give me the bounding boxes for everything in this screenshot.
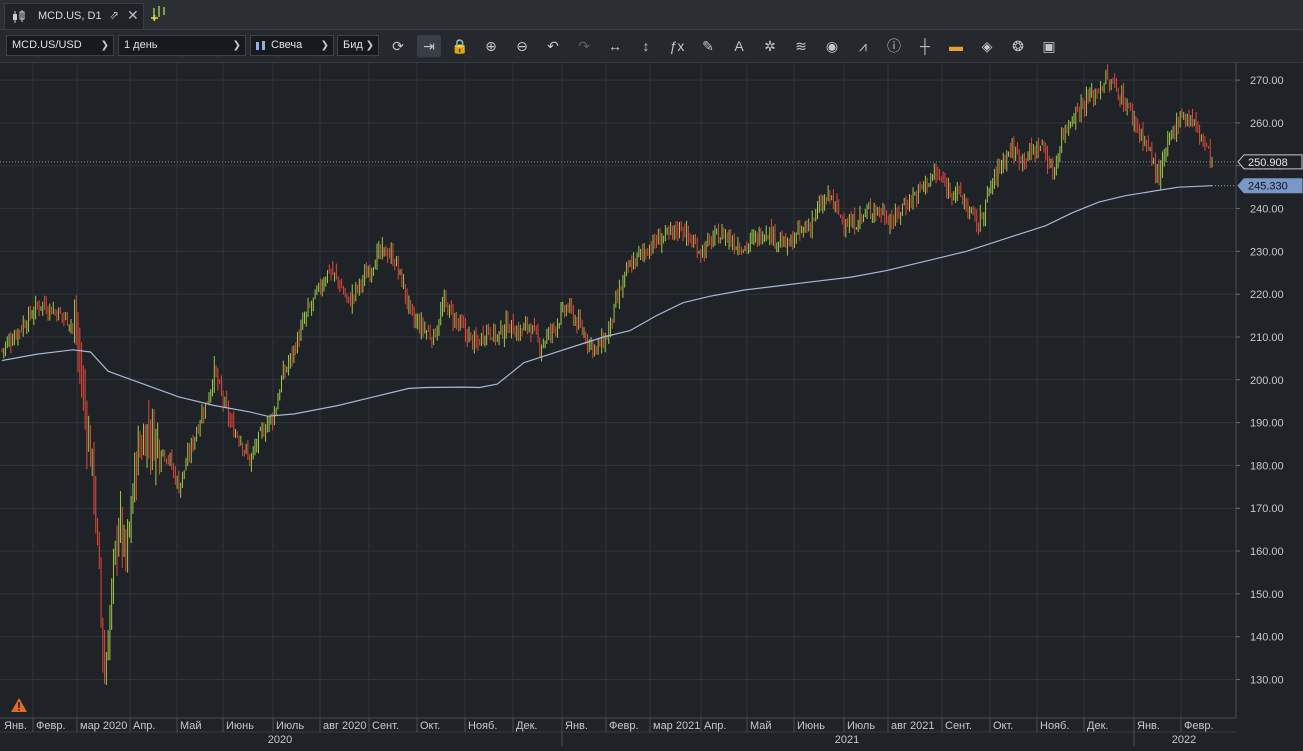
month-tick-label: Апр. [704, 720, 726, 732]
year-label: 2021 [835, 734, 859, 746]
price-tick-label: 140.00 [1250, 632, 1284, 644]
visibility-icon[interactable]: ◉ [820, 35, 844, 57]
month-tick-label: Янв. [4, 720, 27, 732]
month-tick-label: Янв. [1137, 720, 1160, 732]
last-price-label: 250.908 [1248, 157, 1288, 169]
price-tick-label: 190.00 [1250, 418, 1284, 430]
month-tick-label: Февр. [609, 720, 639, 732]
refresh-icon[interactable]: ⟳ [386, 35, 410, 57]
zoom-in-icon[interactable]: ⊕ [479, 35, 503, 57]
draw-pencil-icon[interactable]: ✎ [696, 35, 720, 57]
paint-bucket-icon[interactable]: ◈ [975, 35, 999, 57]
indicators-fx-icon[interactable]: ƒx [665, 35, 689, 57]
close-icon[interactable]: ✕ [127, 7, 139, 24]
ma-value-label: 245.330 [1248, 181, 1288, 193]
chart-tab-bar: MCD.US, D1 ⇗ ✕ [0, 0, 1303, 30]
month-tick-label: Дек. [516, 720, 537, 732]
price-tick-label: 210.00 [1250, 332, 1284, 344]
period-select[interactable]: 1 день ❯ [118, 35, 246, 56]
month-tick-label: Июль [847, 720, 875, 732]
month-tick-label: Май [180, 720, 202, 732]
price-tick-label: 200.00 [1250, 375, 1284, 387]
candlestick-icon [13, 10, 25, 23]
price-tick-label: 260.00 [1250, 118, 1284, 130]
chart-tab-title: MCD.US, D1 [38, 10, 102, 22]
month-tick-label: Сент. [372, 720, 399, 732]
redo-icon[interactable]: ↷ [572, 35, 596, 57]
price-chart[interactable]: 130.00 140.00 150.00 160.00 170.00 180.00 190.… [0, 63, 1303, 746]
chart-toolbar: MCD.US/USD ❯ 1 день ❯ Свеча ❯ Бид ❯ ⟳ ⇥ 🔒 ⊕ ⊖ ↶ ↷ ↔… [0, 30, 1303, 63]
templates-icon[interactable]: ❂ [1006, 35, 1030, 57]
add-chart-icon[interactable] [150, 5, 170, 23]
month-tick-label: Май [750, 720, 772, 732]
chart-type-value: Свеча [271, 39, 303, 51]
month-tick-label: Июнь [797, 720, 825, 732]
month-tick-label: Нояб. [1040, 720, 1069, 732]
month-tick-label: Нояб. [468, 720, 497, 732]
month-tick-label: Дек. [1087, 720, 1108, 732]
price-tick-label: 180.00 [1250, 460, 1284, 472]
warning-icon[interactable] [10, 697, 28, 713]
year-label: 2022 [1172, 734, 1196, 746]
chart-compare-icon[interactable]: ⩘ [851, 35, 875, 57]
chevron-down-icon: ❯ [232, 40, 241, 51]
price-tick-label: 170.00 [1250, 503, 1284, 515]
undo-icon[interactable]: ↶ [541, 35, 565, 57]
month-tick-label: Окт. [993, 720, 1013, 732]
popout-icon[interactable]: ⇗ [109, 8, 119, 22]
year-label: 2020 [268, 734, 292, 746]
price-tick-label: 270.00 [1250, 75, 1284, 87]
chevron-down-icon: ❯ [365, 40, 374, 51]
period-value: 1 день [124, 39, 158, 51]
crosshair-icon[interactable]: ┼ [913, 35, 937, 57]
chevron-down-icon: ❯ [100, 40, 109, 51]
month-tick-label: Июль [276, 720, 304, 732]
zoom-out-icon[interactable]: ⊖ [510, 35, 534, 57]
month-tick-label: Янв. [565, 720, 588, 732]
chart-tab[interactable]: MCD.US, D1 ⇗ ✕ [4, 3, 144, 29]
month-tick-label: мар 2020 [80, 720, 127, 732]
shift-chart-icon[interactable]: ⇥ [417, 35, 441, 57]
objects-icon[interactable]: ✲ [758, 35, 782, 57]
price-tick-label: 220.00 [1250, 289, 1284, 301]
price-tick-label: 150.00 [1250, 589, 1284, 601]
month-tick-label: Февр. [36, 720, 66, 732]
layers-icon[interactable]: ≋ [789, 35, 813, 57]
instrument-value: MCD.US/USD [12, 39, 82, 51]
month-tick-label: Февр. [1184, 720, 1214, 732]
lock-icon[interactable]: 🔒 [448, 35, 472, 57]
month-tick-label: мар 2021 [653, 720, 700, 732]
chart-type-select[interactable]: Свеча ❯ [250, 35, 334, 56]
month-tick-label: Апр. [133, 720, 155, 732]
text-tool-icon[interactable]: A [727, 35, 751, 57]
theme-colors-icon[interactable]: ▬ [944, 35, 968, 57]
price-side-value: Бид [343, 39, 363, 51]
price-tick-label: 160.00 [1250, 546, 1284, 558]
price-side-select[interactable]: Бид ❯ [337, 35, 379, 56]
candlestick-chart[interactable]: 130.00 140.00 150.00 160.00 170.00 180.00 190.… [0, 63, 1303, 746]
chevron-down-icon: ❯ [320, 40, 329, 51]
price-tick-label: 240.00 [1250, 204, 1284, 216]
month-tick-label: авг 2020 [323, 720, 367, 732]
instrument-select[interactable]: MCD.US/USD ❯ [6, 35, 114, 56]
save-icon[interactable]: ▣ [1037, 35, 1061, 57]
month-tick-label: Сент. [945, 720, 972, 732]
month-tick-label: Июнь [226, 720, 254, 732]
horizontal-scale-icon[interactable]: ↔ [603, 35, 627, 57]
vertical-scale-icon[interactable]: ↕ [634, 35, 658, 57]
info-icon[interactable]: ⓘ [882, 35, 906, 57]
month-tick-label: авг 2021 [891, 720, 935, 732]
price-tick-label: 130.00 [1250, 674, 1284, 686]
candle-type-icon [256, 41, 265, 50]
price-tick-label: 230.00 [1250, 246, 1284, 258]
month-tick-label: Окт. [420, 720, 440, 732]
